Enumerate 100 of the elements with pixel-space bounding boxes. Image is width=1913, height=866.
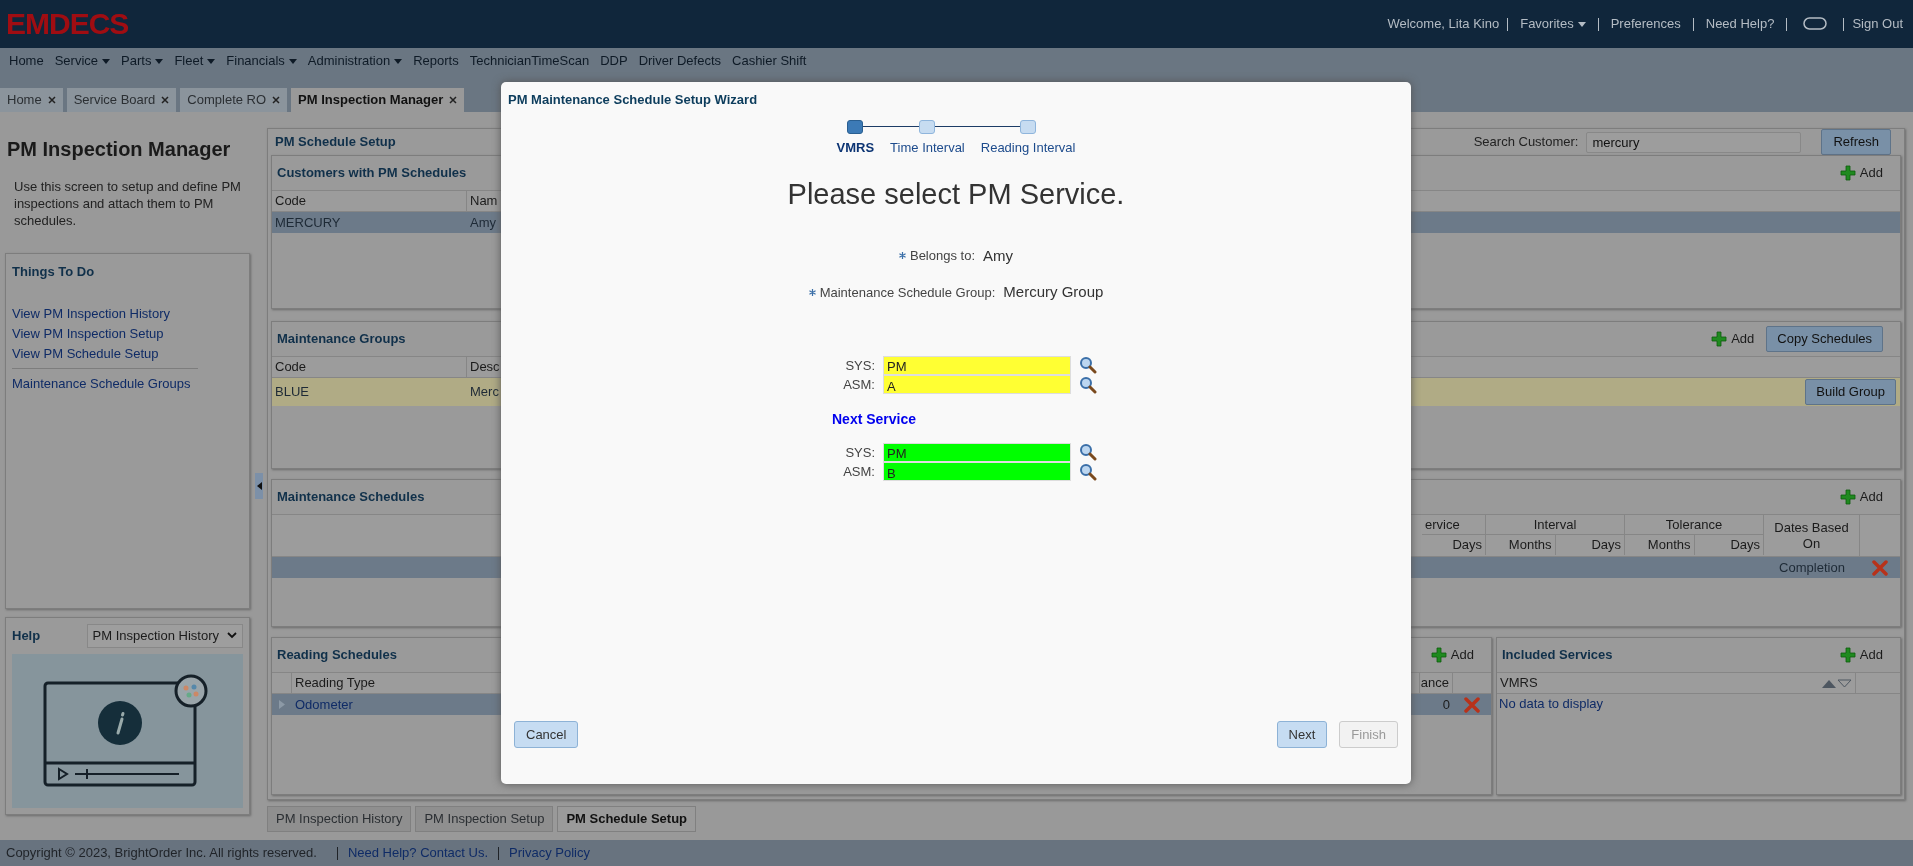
column-header: VMRS [1500, 674, 1538, 693]
section-tab[interactable]: PM Inspection Setup [415, 806, 554, 832]
header-link[interactable]: Need Help? [1701, 14, 1779, 34]
next-button[interactable]: Next [1276, 720, 1328, 748]
column-header: Days [1730, 536, 1760, 555]
task-link[interactable]: Maintenance Schedule Groups [12, 372, 243, 395]
menu-item[interactable]: Home [9, 51, 44, 71]
search-icon[interactable] [1079, 462, 1097, 481]
step-label[interactable]: VMRS [836, 137, 875, 157]
vmrs-field[interactable]: A [883, 375, 1071, 395]
field-label: SYS: [844, 443, 875, 462]
header-link[interactable]: Preferences [1606, 14, 1685, 34]
column-header: Desc [470, 358, 500, 377]
menu-item[interactable]: DDP [600, 51, 628, 71]
add-button[interactable]: Add [1711, 329, 1755, 349]
chevron-down-icon [227, 632, 237, 640]
column-header: Dates Based On [1773, 519, 1850, 552]
sort-icon[interactable] [1822, 678, 1852, 688]
panel-title: Customers with PM Schedules [277, 164, 467, 183]
close-icon[interactable] [47, 96, 56, 104]
field-label: SYS: [844, 356, 875, 375]
menu-item[interactable]: Financials [226, 51, 297, 71]
add-icon [1711, 331, 1728, 347]
task-link[interactable]: View PM Schedule Setup [12, 343, 243, 364]
panel-title: Things To Do [12, 263, 96, 281]
sign-out-link[interactable]: Sign Out [1852, 14, 1903, 34]
search-icon[interactable] [1079, 443, 1097, 462]
copyright-text: Copyright © 2023, BrightOrder Inc. All rights reserved. [6, 844, 317, 863]
table-cell: Merc [470, 384, 499, 400]
table-cell: MERCURY [275, 214, 341, 230]
add-icon [1839, 647, 1856, 663]
task-link[interactable]: View PM Inspection History [12, 303, 243, 324]
field-label: ASM: [842, 463, 875, 481]
page-tab[interactable]: Home [0, 88, 63, 112]
logo: EMDECS [6, 9, 129, 39]
menu-item[interactable]: Cashier Shift [732, 51, 807, 71]
panel-title: Help [12, 627, 41, 645]
welcome-text: Welcome, Lita Kino [1387, 15, 1500, 34]
add-button[interactable]: Add [1839, 645, 1883, 665]
column-header: Days [1452, 536, 1482, 555]
menu-item[interactable]: TechnicianTimeScan [469, 51, 590, 71]
panel-title: Included Services [1502, 646, 1613, 665]
field-label: Belongs to: [909, 247, 975, 265]
vmrs-field[interactable]: PM [883, 355, 1071, 375]
menu-item[interactable]: Driver Defects [638, 51, 721, 71]
section-tab[interactable]: PM Schedule Setup [557, 806, 697, 832]
column-header: Interval [1533, 515, 1577, 534]
close-icon[interactable] [449, 96, 458, 104]
menu-item[interactable]: Administration [307, 51, 403, 71]
refresh-button[interactable]: Refresh [1821, 129, 1891, 155]
copy-schedules-button[interactable]: Copy Schedules [1766, 326, 1883, 352]
collapse-handle[interactable] [255, 473, 263, 499]
field-label: ASM: [842, 376, 875, 394]
table-cell: Amy [470, 214, 496, 230]
column-header: ance [1420, 674, 1449, 693]
panel-title: Reading Schedules [277, 646, 397, 665]
page-tab[interactable]: Service Board [66, 88, 177, 112]
search-customer-field[interactable]: mercury [1586, 131, 1802, 153]
table-cell: Odometer [295, 696, 353, 712]
step-label[interactable]: Time Interval [890, 137, 965, 157]
chat-icon[interactable] [1803, 17, 1828, 31]
close-icon[interactable] [272, 96, 281, 104]
help-topic-select[interactable]: PM Inspection History [86, 624, 243, 648]
column-header: Reading Type [295, 674, 375, 693]
field-value: Mercury Group [1003, 282, 1104, 302]
header-link[interactable]: Favorites [1516, 14, 1590, 34]
table-cell: BLUE [275, 384, 309, 400]
section-tab[interactable]: PM Inspection History [267, 806, 412, 832]
menu-item[interactable]: Fleet [174, 51, 216, 71]
column-header: Months [1508, 536, 1552, 555]
panel-title: PM Schedule Setup [275, 133, 396, 152]
caret-left-icon [256, 482, 262, 490]
panel-title: Maintenance Groups [277, 330, 406, 349]
panel-title: Maintenance Schedules [277, 488, 425, 507]
page-description: Use this screen to setup and define PM inspections and attach them to PM schedules. [13, 178, 242, 229]
page-tab[interactable]: PM Inspection Manager [291, 88, 465, 112]
step-label[interactable]: Reading Interval [980, 137, 1076, 157]
column-header: Code [275, 192, 307, 211]
column-header: Nam [470, 192, 498, 211]
table-cell: Completion [1779, 559, 1845, 575]
add-button[interactable]: Add [1430, 645, 1474, 665]
column-header: Days [1591, 536, 1621, 555]
task-link[interactable]: View PM Inspection Setup [12, 323, 243, 344]
add-button[interactable]: Add [1839, 487, 1883, 507]
vmrs-field[interactable]: B [883, 462, 1071, 482]
add-button[interactable]: Add [1839, 163, 1883, 183]
search-icon[interactable] [1079, 356, 1097, 375]
menu-item[interactable]: Service [54, 51, 111, 71]
menu-item[interactable]: Reports [413, 51, 459, 71]
close-icon[interactable] [161, 96, 170, 104]
vmrs-field[interactable]: PM [883, 442, 1071, 462]
build-group-button[interactable]: Build Group [1805, 379, 1896, 405]
search-icon[interactable] [1079, 375, 1097, 394]
field-value: Amy [983, 245, 1013, 266]
column-header: Code [275, 358, 307, 377]
page-tab[interactable]: Complete RO [180, 88, 288, 112]
column-header: Months [1647, 536, 1691, 555]
cancel-button[interactable]: Cancel [514, 720, 579, 748]
menu-item[interactable]: Parts [121, 51, 164, 71]
empty-message: No data to display [1498, 695, 1605, 713]
